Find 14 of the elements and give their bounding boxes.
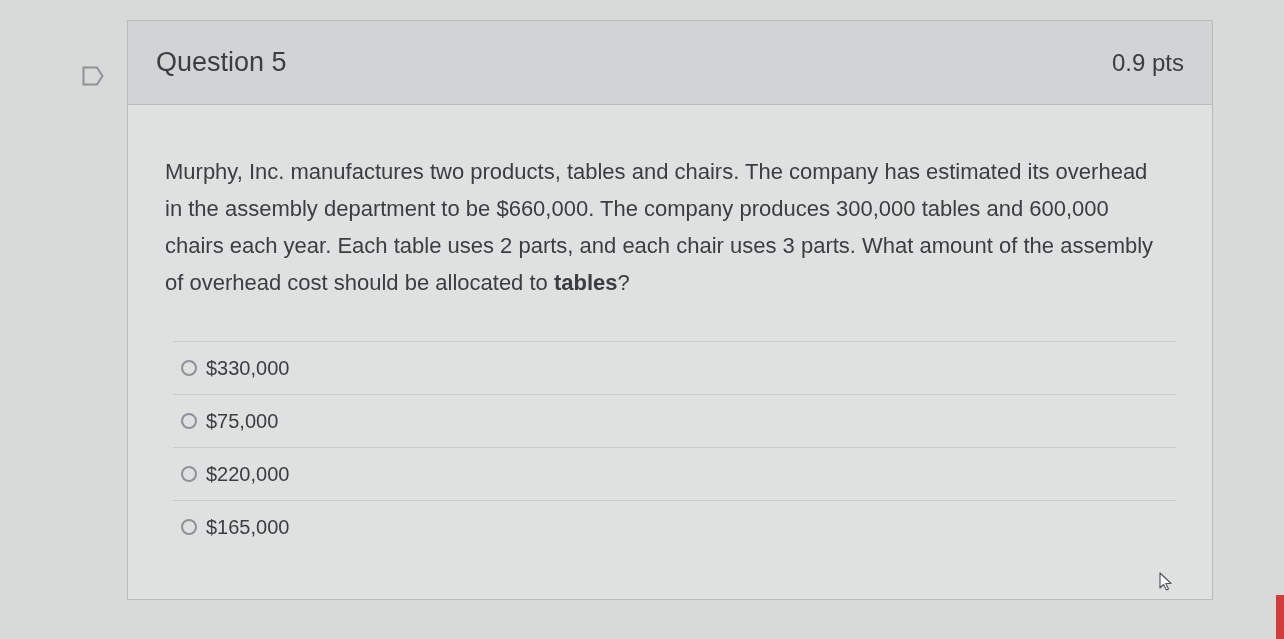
flag-icon[interactable] bbox=[82, 66, 104, 86]
answer-label[interactable]: $165,000 bbox=[206, 512, 290, 542]
answer-label[interactable]: $220,000 bbox=[206, 459, 290, 489]
answer-label[interactable]: $330,000 bbox=[206, 353, 290, 383]
answer-label[interactable]: $75,000 bbox=[206, 406, 279, 436]
screen-edge-strip bbox=[1276, 595, 1284, 639]
question-points: 0.9 pts bbox=[1111, 47, 1184, 78]
mouse-pointer-icon bbox=[1159, 572, 1172, 591]
question-text: Murphy, Inc. manufactures two products, tables and chairs. The company has estimated its overhead in the assembly department to be $660,000. The company produces 300,000 tables and 600,000 chairs each year. Each table uses 2 parts, and each chair uses 3 parts. What amount of the assembly of overhead cost should be allocated to tables? bbox=[165, 158, 1155, 297]
radio-button[interactable] bbox=[181, 519, 197, 535]
radio-button[interactable] bbox=[181, 466, 197, 482]
question-title: Question 5 bbox=[156, 46, 287, 80]
radio-button[interactable] bbox=[181, 360, 197, 376]
radio-button[interactable] bbox=[181, 413, 197, 429]
